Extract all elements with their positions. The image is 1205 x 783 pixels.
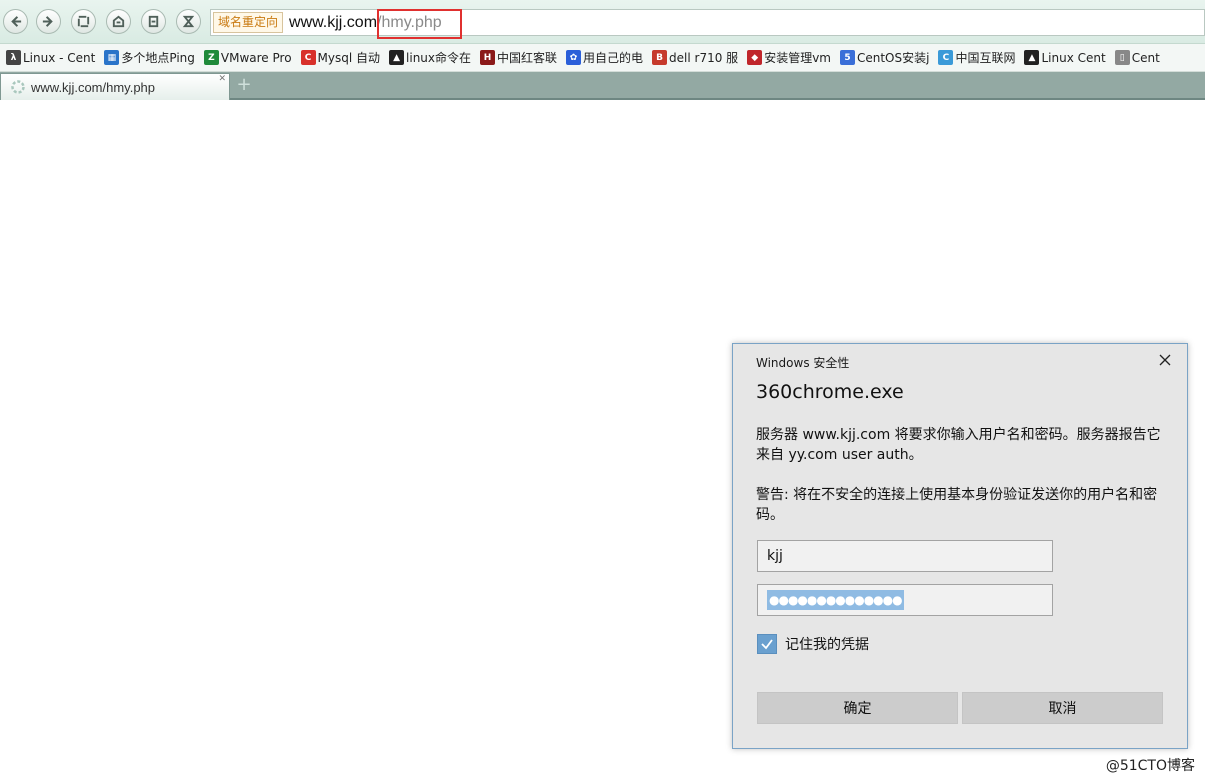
browser-toolbar: 域名重定向 www.kjj.com/hmy.php xyxy=(0,0,1205,44)
checkmark-icon xyxy=(761,639,773,650)
bookmark-item[interactable]: ▯ Cent xyxy=(1114,50,1160,65)
username-value: kjj xyxy=(767,548,783,564)
bookmark-label: 中国红客联 xyxy=(497,51,558,65)
address-bar[interactable]: 域名重定向 www.kjj.com/hmy.php xyxy=(210,9,1205,36)
refresh-button[interactable] xyxy=(71,9,96,34)
redirect-tag[interactable]: 域名重定向 xyxy=(213,12,284,33)
paw-icon: ✿ xyxy=(566,50,582,65)
restore-button[interactable] xyxy=(141,9,166,34)
bookmark-label: 安装管理vm xyxy=(764,51,831,65)
dialog-message: 服务器 www.kjj.com 将要求你输入用户名和密码。服务器报告它来自 yy… xyxy=(756,427,1161,463)
arrow-right-icon xyxy=(42,16,53,27)
tux-icon: ▲ xyxy=(1024,50,1040,65)
credential-dialog: Windows 安全性 360chrome.exe 服务器 www.kjj.co… xyxy=(732,343,1188,749)
new-tab-icon[interactable]: + xyxy=(236,76,252,94)
refresh-icon xyxy=(77,15,90,28)
hourglass-button[interactable] xyxy=(176,9,201,34)
tab-label: www.kjj.com/hmy.php xyxy=(31,79,156,95)
dialog-close-button[interactable] xyxy=(1155,350,1175,370)
bookmark-label: 多个地点Ping xyxy=(121,51,195,65)
ok-button[interactable]: 确定 xyxy=(757,692,958,724)
remember-checkbox[interactable] xyxy=(757,634,777,654)
bookmark-item[interactable]: Bdell r710 服 xyxy=(652,49,738,66)
bookmark-item[interactable]: C Mysql 自动 xyxy=(300,49,381,66)
password-value: ●●●●●●●●●●●●●● xyxy=(767,590,904,610)
bookmark-item[interactable]: ✿ 用自己的电 xyxy=(566,49,643,66)
bookmark-label: 中国互联网 xyxy=(955,51,1016,65)
bookmark-label: Linux Cent xyxy=(1041,50,1106,65)
watermark: @51CTO博客 xyxy=(1105,758,1195,774)
home-button[interactable] xyxy=(106,9,131,34)
dialog-warning: 警告: 将在不安全的连接上使用基本身份验证发送你的用户名和密码。 xyxy=(756,487,1158,523)
bookmark-item[interactable]: λ Linux - Cent xyxy=(6,50,95,65)
linux-icon: λ xyxy=(6,50,21,65)
51-icon: 5 xyxy=(839,50,855,65)
loading-icon xyxy=(11,80,25,94)
password-field[interactable]: ●●●●●●●●●●●●●● xyxy=(757,584,1053,616)
bookmarks-bar: λ Linux - Cent ▦ 多个地点Ping Z VMware Pro C Mysql … xyxy=(0,44,1205,72)
bookmark-item[interactable]: ▦ 多个地点Ping xyxy=(104,49,195,66)
bookmark-label: Linux - Cent xyxy=(23,50,96,65)
c-outline-icon: C xyxy=(938,50,954,65)
forward-button[interactable] xyxy=(36,9,61,34)
hourglass-icon xyxy=(182,15,195,28)
dialog-header: Windows 安全性 xyxy=(756,356,850,370)
vmware-icon: Z xyxy=(203,50,219,65)
username-field[interactable]: kjj xyxy=(757,540,1053,572)
tab-strip: www.kjj.com/hmy.php ✕ + xyxy=(0,72,1205,100)
home-icon xyxy=(112,15,125,28)
bookmark-item[interactable]: H 中国红客联 xyxy=(480,49,557,66)
cancel-button[interactable]: 取消 xyxy=(962,692,1163,724)
url-path: /hmy.php xyxy=(377,13,442,31)
arrow-left-icon xyxy=(11,16,22,27)
shield-icon: ◆ xyxy=(747,50,763,65)
remember-label: 记住我的凭据 xyxy=(785,637,869,653)
ping-icon: ▦ xyxy=(104,50,120,65)
bookmark-item[interactable]: ▲ Linux Cent xyxy=(1024,50,1106,65)
remember-credentials[interactable]: 记住我的凭据 xyxy=(757,634,869,654)
bookmark-item[interactable]: ▲ linux命令在 xyxy=(389,49,471,66)
bookmark-label: Mysql 自动 xyxy=(317,51,381,65)
bookmark-label: dell r710 服 xyxy=(669,51,739,65)
tab-active[interactable]: www.kjj.com/hmy.php ✕ xyxy=(0,73,230,100)
bookmark-item[interactable]: 5 CentOS安装j xyxy=(839,49,930,66)
bookmark-label: 用自己的电 xyxy=(583,51,644,65)
page-icon: ▯ xyxy=(1114,50,1130,65)
tab-close-icon[interactable]: ✕ xyxy=(218,74,226,84)
back-button[interactable] xyxy=(3,9,28,34)
bookmark-label: VMware Pro xyxy=(220,50,292,65)
c-icon: C xyxy=(300,50,316,65)
huc-icon: H xyxy=(480,50,496,65)
dialog-app-name: 360chrome.exe xyxy=(756,381,904,403)
bookmark-label: Cent xyxy=(1131,50,1160,65)
bookmark-label: CentOS安装j xyxy=(856,51,930,65)
bookmark-item[interactable]: ◆ 安装管理vm xyxy=(747,49,831,66)
url-host: www.kjj.com xyxy=(289,13,378,31)
b-icon: B xyxy=(652,50,668,65)
tux-icon: ▲ xyxy=(389,50,405,65)
bookmark-item[interactable]: Z VMware Pro xyxy=(203,50,292,65)
bookmark-label: linux命令在 xyxy=(406,51,472,65)
close-icon xyxy=(1159,354,1171,366)
bookmark-item[interactable]: C 中国互联网 xyxy=(938,49,1015,66)
restore-icon xyxy=(148,15,159,28)
